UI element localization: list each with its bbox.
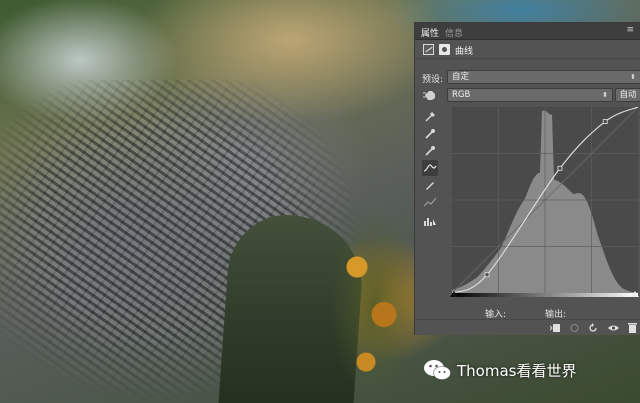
curve-control-point[interactable] xyxy=(602,119,608,124)
panel-title-row: 曲线 xyxy=(415,40,640,59)
curves-graph-svg[interactable] xyxy=(452,107,638,293)
white-point-slider[interactable] xyxy=(631,291,639,297)
view-previous-icon[interactable] xyxy=(569,323,580,333)
reset-icon[interactable] xyxy=(588,323,599,333)
targeted-adjustment-hand-icon[interactable] xyxy=(423,89,437,101)
panel-tabbar: 属性 信息 ≡ xyxy=(415,23,640,40)
channel-row: RGB ⬍ 自动 xyxy=(415,87,640,105)
watermark-text: Thomas看看世界 xyxy=(457,361,577,380)
black-point-slider[interactable] xyxy=(450,291,458,297)
chevron-updown-icon: ⬍ xyxy=(602,91,608,99)
panel-bottom-bar xyxy=(415,319,640,336)
curve-tools xyxy=(419,109,441,239)
black-point-eyedropper-icon[interactable] xyxy=(422,126,438,142)
pencil-tool-icon[interactable] xyxy=(422,177,438,193)
tab-properties[interactable]: 属性 xyxy=(421,26,439,39)
curve-control-point[interactable] xyxy=(484,272,490,278)
wechat-logo-icon xyxy=(423,359,451,381)
curves-graph[interactable] xyxy=(452,107,638,293)
chevron-updown-icon: ⬍ xyxy=(630,73,636,81)
preset-row: 预设: 自定 ⬍ xyxy=(415,69,640,87)
curve-point-tool-icon[interactable] xyxy=(422,160,438,176)
watermark: Thomas看看世界 xyxy=(423,357,576,383)
visibility-eye-icon[interactable] xyxy=(608,323,619,333)
smooth-icon[interactable] xyxy=(422,194,438,210)
on-image-adjust-icon[interactable] xyxy=(422,109,438,125)
preset-label: 预设: xyxy=(422,75,444,85)
properties-panel: 属性 信息 ≡ 曲线 预设: 自定 ⬍ RGB ⬍ 自动 输入: 输出: xyxy=(414,22,640,335)
gray-point-eyedropper-icon[interactable] xyxy=(422,143,438,159)
channel-dropdown[interactable]: RGB ⬍ xyxy=(447,88,613,102)
curve-control-point[interactable] xyxy=(557,165,563,171)
panel-title: 曲线 xyxy=(455,47,474,57)
clip-to-layer-icon[interactable] xyxy=(550,323,561,333)
delete-icon[interactable] xyxy=(627,323,638,333)
auto-button[interactable]: 自动 xyxy=(615,88,640,102)
tab-info[interactable]: 信息 xyxy=(445,26,463,39)
autumn-trees xyxy=(330,210,420,400)
layer-mask-icon[interactable] xyxy=(439,44,450,55)
channel-value: RGB xyxy=(452,90,471,100)
input-gradient-ramp xyxy=(452,293,638,297)
curves-adjustment-icon[interactable] xyxy=(423,44,434,55)
histogram-warning-icon[interactable] xyxy=(422,213,438,229)
preset-value: 自定 xyxy=(452,72,470,82)
preset-dropdown[interactable]: 自定 ⬍ xyxy=(447,70,640,84)
panel-menu-icon[interactable]: ≡ xyxy=(626,25,634,35)
